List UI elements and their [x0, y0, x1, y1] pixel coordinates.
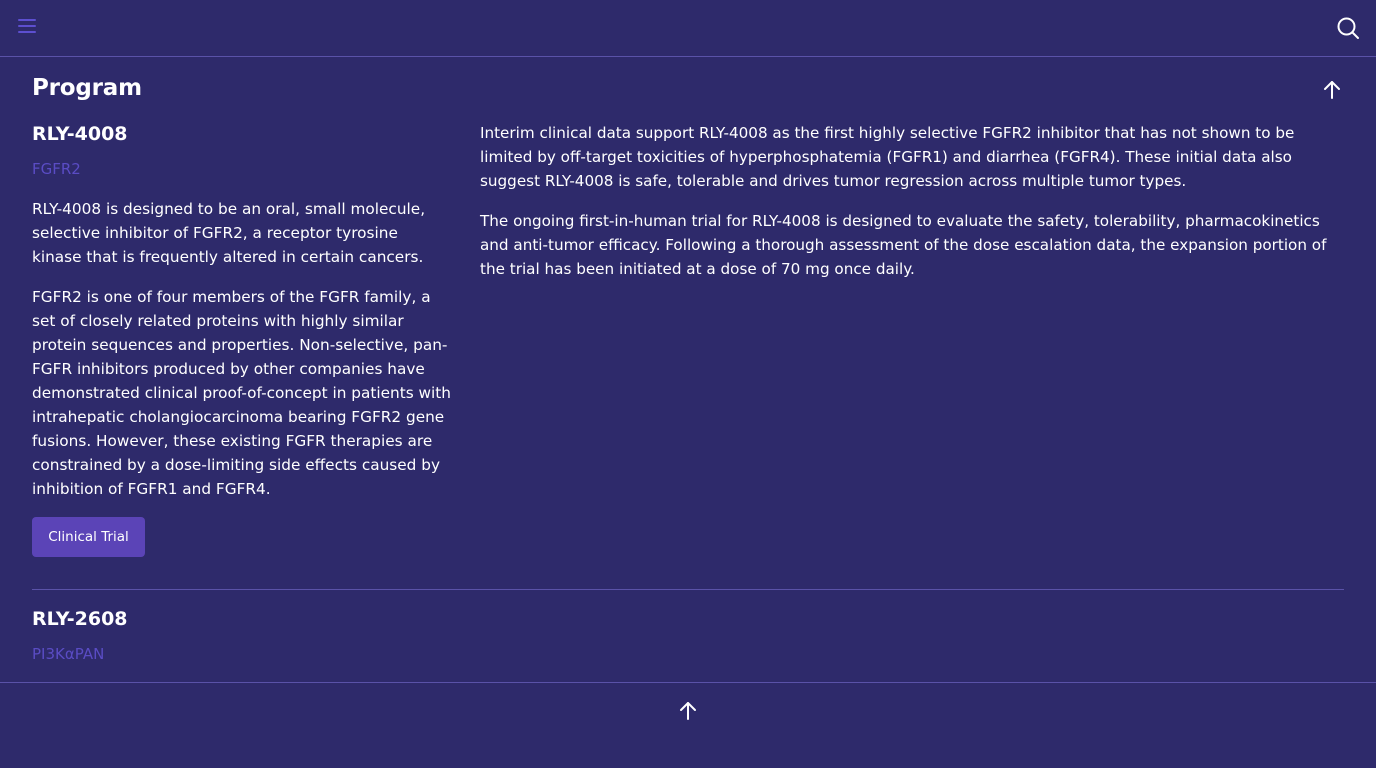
program-section: Program RLY-4008 FGFR2 RLY-4008 is desig… — [0, 57, 1376, 682]
top-navigation-bar — [0, 0, 1376, 57]
arrow-up-icon[interactable] — [676, 699, 700, 723]
description-paragraph: FGFR2 is one of four members of the FGFR… — [32, 288, 451, 498]
clinical-trial-button[interactable]: Clinical Trial — [32, 517, 145, 557]
trial-paragraph: The ongoing first-in-human trial for RLY… — [480, 212, 1327, 278]
program-target: PI3KαPAN — [32, 645, 105, 663]
program-description-left: RLY-4008 is designed to be an oral, smal… — [32, 197, 452, 517]
hamburger-menu-icon[interactable] — [18, 19, 38, 37]
bottom-bar — [0, 682, 1376, 768]
program-target: FGFR2 — [32, 160, 81, 178]
section-title: Program — [32, 75, 142, 101]
description-paragraph: RLY-4008 is designed to be an oral, smal… — [32, 200, 426, 266]
program-divider — [32, 589, 1344, 590]
program-name[interactable]: RLY-2608 — [32, 607, 128, 631]
program-name: RLY-4008 — [32, 123, 128, 145]
arrow-up-icon[interactable] — [1320, 78, 1344, 102]
program-description-right: Interim clinical data support RLY-4008 a… — [480, 121, 1344, 297]
search-icon[interactable] — [1336, 16, 1360, 40]
clinical-data-paragraph: Interim clinical data support RLY-4008 a… — [480, 124, 1295, 190]
